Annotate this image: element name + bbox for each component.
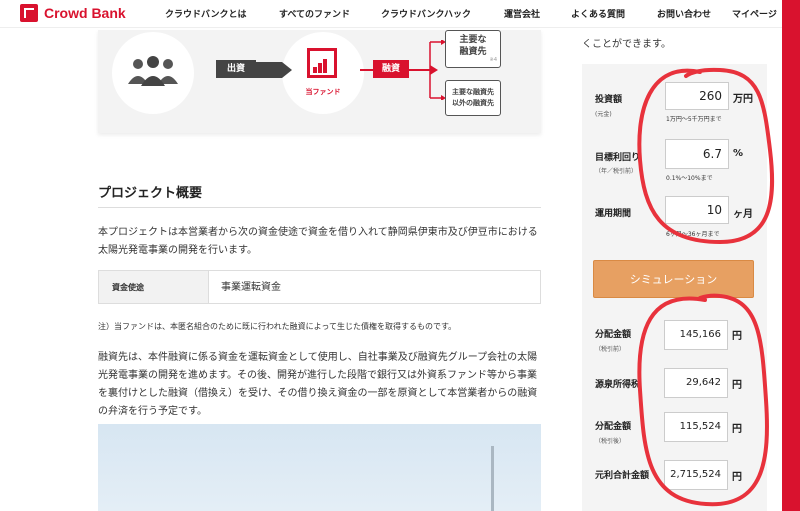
project-description: 本プロジェクトは本営業者から次の資金使途で資金を借り入れて静岡県伊東市及び伊豆市… bbox=[98, 227, 538, 256]
nav-faq[interactable]: よくある質問 bbox=[571, 7, 625, 20]
fund-usage-header: 資金使途 bbox=[99, 271, 209, 303]
total-output: 2,715,524 bbox=[664, 460, 728, 490]
fund-structure-diagram: 当ファンド 出資 融資 主要な 融資先 ※4 主要な融資先 以外の融資先 bbox=[98, 30, 541, 133]
nav-company[interactable]: 運営会社 bbox=[504, 7, 540, 20]
dist-post-output: 115,524 bbox=[664, 412, 728, 442]
logo-mark-icon bbox=[20, 4, 38, 22]
investment-hint: 1万円〜5千万円まで bbox=[666, 116, 722, 123]
logo[interactable]: Crowd Bank bbox=[20, 4, 126, 22]
withholding-output: 29,642 bbox=[664, 368, 728, 398]
fund-label: 当ファンド bbox=[305, 88, 341, 96]
investment-sub: (元金) bbox=[595, 111, 612, 118]
main-borrower-box: 主要な 融資先 ※4 bbox=[445, 30, 501, 68]
fund-usage-table: 資金使途 事業運転資金 bbox=[98, 270, 541, 304]
photo-pole bbox=[491, 446, 494, 511]
fund-note: 注）当ファンドは、本匿名組合のために既に行われた融資によって生じた債権を取得する… bbox=[98, 322, 457, 331]
loan-tag: 融資 bbox=[373, 60, 409, 78]
dist-post-sub: （税引後） bbox=[595, 438, 626, 445]
other-borrower-line2: 以外の融資先 bbox=[452, 99, 494, 107]
period-unit: ヶ月 bbox=[733, 209, 753, 220]
branch-arrows-icon bbox=[429, 40, 446, 100]
other-borrower-box: 主要な融資先 以外の融資先 bbox=[445, 80, 501, 116]
main-borrower-line1: 主要な bbox=[459, 35, 487, 45]
yield-hint: 0.1%〜10%まで bbox=[666, 175, 713, 182]
section-divider bbox=[98, 207, 541, 208]
investment-label: 投資額 bbox=[595, 95, 623, 105]
project-overview-title: プロジェクト概要 bbox=[98, 186, 203, 201]
yield-sub: （年／税引前） bbox=[595, 168, 638, 175]
total-label: 元利合計金額 bbox=[595, 471, 650, 481]
yield-label: 目標利回り bbox=[595, 153, 641, 163]
dist-post-label: 分配金額 bbox=[595, 422, 632, 432]
withholding-label: 源泉所得税 bbox=[595, 380, 641, 390]
simulator-intro: くことができます。 bbox=[582, 39, 671, 50]
nav-mypage[interactable]: マイページ bbox=[732, 7, 777, 20]
nav-contact[interactable]: お問い合わせ bbox=[657, 7, 711, 20]
period-label: 運用期間 bbox=[595, 209, 632, 219]
period-hint: 6ヶ月〜36ヶ月まで bbox=[666, 231, 720, 238]
dist-post-unit: 円 bbox=[732, 424, 742, 435]
site-header: Crowd Bank クラウドバンクとは すべてのファンド クラウドバンクハック… bbox=[0, 0, 800, 28]
nav-hack[interactable]: クラウドバンクハック bbox=[381, 7, 471, 20]
main-borrower-note: ※4 bbox=[489, 57, 497, 63]
project-photo bbox=[98, 424, 541, 511]
logo-text: Crowd Bank bbox=[44, 5, 126, 21]
yield-input[interactable]: 6.7 bbox=[665, 139, 729, 169]
borrower-description: 融資先は、本件融資に係る資金を運転資金として使用し、自社事業及び融資先グループ会… bbox=[98, 352, 538, 417]
invest-tag: 出資 bbox=[216, 60, 256, 78]
nav-about[interactable]: クラウドバンクとは bbox=[165, 7, 246, 20]
nav-all-funds[interactable]: すべてのファンド bbox=[279, 7, 350, 20]
investment-input[interactable]: 260 bbox=[665, 82, 729, 110]
fund-usage-value: 事業運転資金 bbox=[221, 282, 281, 293]
dist-pre-unit: 円 bbox=[732, 331, 742, 342]
simulation-button[interactable]: シミュレーション bbox=[593, 260, 754, 298]
fund-bars-icon bbox=[313, 59, 327, 73]
other-borrower-line1: 主要な融資先 bbox=[452, 88, 494, 96]
withholding-unit: 円 bbox=[732, 380, 742, 391]
yield-unit: % bbox=[733, 148, 744, 159]
investors-icon bbox=[128, 56, 178, 86]
total-unit: 円 bbox=[732, 472, 742, 483]
dist-pre-sub: （税引前） bbox=[595, 346, 626, 353]
investment-unit: 万円 bbox=[733, 94, 753, 105]
dist-pre-output: 145,166 bbox=[664, 320, 728, 350]
register-button-edge[interactable] bbox=[782, 0, 800, 511]
dist-pre-label: 分配金額 bbox=[595, 330, 632, 340]
period-input[interactable]: 10 bbox=[665, 196, 729, 224]
